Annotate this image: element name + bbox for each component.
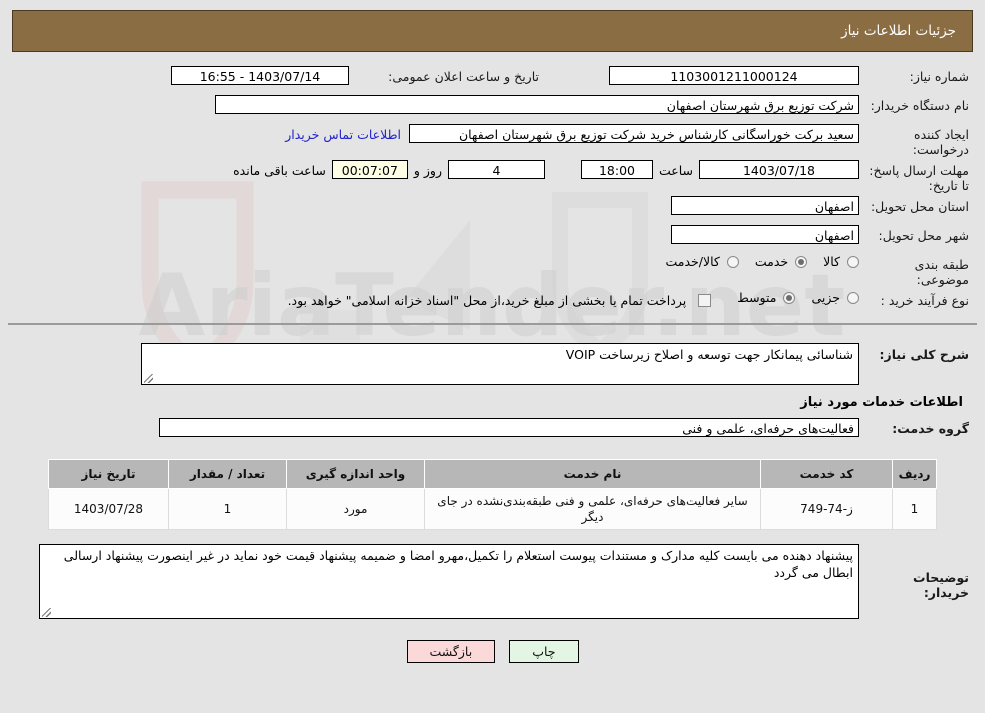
buyer-contact-link[interactable]: اطلاعات تماس خریدار (277, 124, 409, 145)
requester-label: ایجاد کننده درخواست: (912, 127, 969, 157)
button-bar: چاپ بازگشت (0, 640, 985, 663)
service-group-label: گروه خدمت: (892, 421, 969, 436)
page-title-bar: جزئیات اطلاعات نیاز (12, 10, 973, 52)
countdown-timer: 00:07:07 (331, 160, 408, 179)
announcement-label: تاریخ و ساعت اعلان عمومی: (388, 69, 539, 84)
table-row: 1 ز-74-749 سایر فعالیت‌های حرفه‌ای، علمی… (48, 488, 937, 530)
need-number-label: شماره نیاز: (909, 69, 969, 84)
row-deadline: مهلت ارسال پاسخ: تا تاریخ: 1403/07/18 سا… (16, 160, 969, 193)
deadline-date-value: 1403/07/18 (699, 160, 859, 179)
services-table: ردیف کد خدمت نام خدمت واحد اندازه گیری ت… (48, 459, 937, 530)
service-group-value: فعالیت‌های حرفه‌ای، علمی و فنی (159, 418, 859, 437)
row-need-number: شماره نیاز: 1103001211000124 تاریخ و ساع… (16, 66, 969, 92)
cell-quantity: 1 (168, 488, 287, 530)
row-service-group: گروه خدمت: فعالیت‌های حرفه‌ای، علمی و فن… (16, 418, 969, 444)
radio-process-motavaset-label: متوسط (737, 290, 777, 305)
process-radio-group: جزیی متوسط (725, 290, 859, 305)
city-value: اصفهان (671, 225, 859, 244)
deadline-label: مهلت ارسال پاسخ: تا تاریخ: (869, 163, 969, 193)
radio-category-kala-khedmat[interactable] (726, 255, 739, 268)
deadline-hour-label: ساعت (658, 163, 693, 178)
buyer-notes-textarea[interactable]: پیشنهاد دهنده می بایست کلیه مدارک و مستن… (39, 544, 859, 619)
province-value: اصفهان (671, 196, 859, 215)
radio-category-kala-label: کالا (823, 254, 840, 269)
need-info-panel: شماره نیاز: 1103001211000124 تاریخ و ساع… (8, 60, 977, 325)
cell-name: سایر فعالیت‌های حرفه‌ای، علمی و فنی طبقه… (424, 488, 761, 530)
radio-category-kala[interactable] (847, 255, 859, 268)
th-code: کد خدمت (760, 459, 893, 489)
radio-category-kala-khedmat-label: کالا/خدمت (665, 254, 720, 269)
buyer-notes-label: توضیحات خریدار: (913, 570, 969, 600)
requester-value: سعید برکت خوراسگانی کارشناس خرید شرکت تو… (409, 124, 859, 143)
radio-category-khedmat[interactable] (795, 255, 808, 268)
th-quantity: تعداد / مقدار (168, 459, 287, 489)
row-requester: ایجاد کننده درخواست: سعید برکت خوراسگانی… (16, 124, 969, 157)
row-process-type: نوع فرآیند خرید : جزیی متوسط پرداخت تمام… (16, 290, 969, 316)
th-unit: واحد اندازه گیری (286, 459, 425, 489)
back-button[interactable]: بازگشت (406, 640, 496, 663)
process-label: نوع فرآیند خرید : (880, 293, 969, 308)
cell-unit: مورد (286, 488, 425, 530)
cell-code: ز-74-749 (760, 488, 893, 530)
announcement-value: 1403/07/14 - 16:55 (171, 66, 349, 85)
th-index: ردیف (892, 459, 937, 489)
page-title: جزئیات اطلاعات نیاز (841, 23, 956, 39)
radio-process-motavaset[interactable] (783, 291, 796, 304)
treasury-documents-note: پرداخت تمام یا بخشی از مبلغ خرید،از محل … (287, 293, 687, 308)
cell-date: 1403/07/28 (48, 488, 169, 530)
deadline-hour-value: 18:00 (580, 160, 653, 179)
table-header-row: ردیف کد خدمت نام خدمت واحد اندازه گیری ت… (48, 459, 937, 489)
radio-process-jozei-label: جزیی (811, 290, 840, 305)
row-description: شرح کلی نیاز: شناسائی پیمانکار جهت توسعه… (16, 343, 969, 385)
row-buyer-org: نام دستگاه خریدار: شرکت توزیع برق شهرستا… (16, 95, 969, 121)
print-button[interactable]: چاپ (509, 640, 579, 663)
category-label: طبقه بندی موضوعی: (914, 257, 969, 287)
description-label: شرح کلی نیاز: (879, 347, 969, 362)
province-label: استان محل تحویل: (870, 199, 969, 214)
services-section-title: اطلاعات خدمات مورد نیاز (800, 395, 963, 410)
row-city: شهر محل تحویل: اصفهان (16, 225, 969, 251)
row-province: استان محل تحویل: اصفهان (16, 196, 969, 222)
row-buyer-notes: توضیحات خریدار: پیشنهاد دهنده می بایست ک… (16, 544, 969, 619)
row-category: طبقه بندی موضوعی: کالا خدمت کالا/خدمت (16, 254, 969, 287)
city-label: شهر محل تحویل: (878, 228, 969, 243)
radio-category-khedmat-label: خدمت (754, 254, 789, 269)
th-name: نام خدمت (424, 459, 761, 489)
category-radio-group: کالا خدمت کالا/خدمت (653, 254, 859, 269)
th-date: تاریخ نیاز (48, 459, 169, 489)
buyer-org-label: نام دستگاه خریدار: (870, 98, 969, 113)
buyer-notes-panel: توضیحات خریدار: پیشنهاد دهنده می بایست ک… (8, 538, 977, 626)
days-remaining-value: 4 (447, 160, 545, 179)
description-textarea[interactable]: شناسائی پیمانکار جهت توسعه و اصلاح زیرسا… (141, 343, 859, 385)
days-remaining-label: روز و (413, 163, 442, 178)
cell-index: 1 (892, 488, 937, 530)
description-panel: شرح کلی نیاز: شناسائی پیمانکار جهت توسعه… (8, 333, 977, 451)
radio-process-jozei[interactable] (847, 291, 859, 304)
buyer-org-value: شرکت توزیع برق شهرستان اصفهان (215, 95, 859, 114)
need-number-value: 1103001211000124 (609, 66, 859, 85)
treasury-documents-checkbox[interactable] (698, 294, 712, 307)
countdown-label: ساعت باقی مانده (233, 163, 326, 178)
